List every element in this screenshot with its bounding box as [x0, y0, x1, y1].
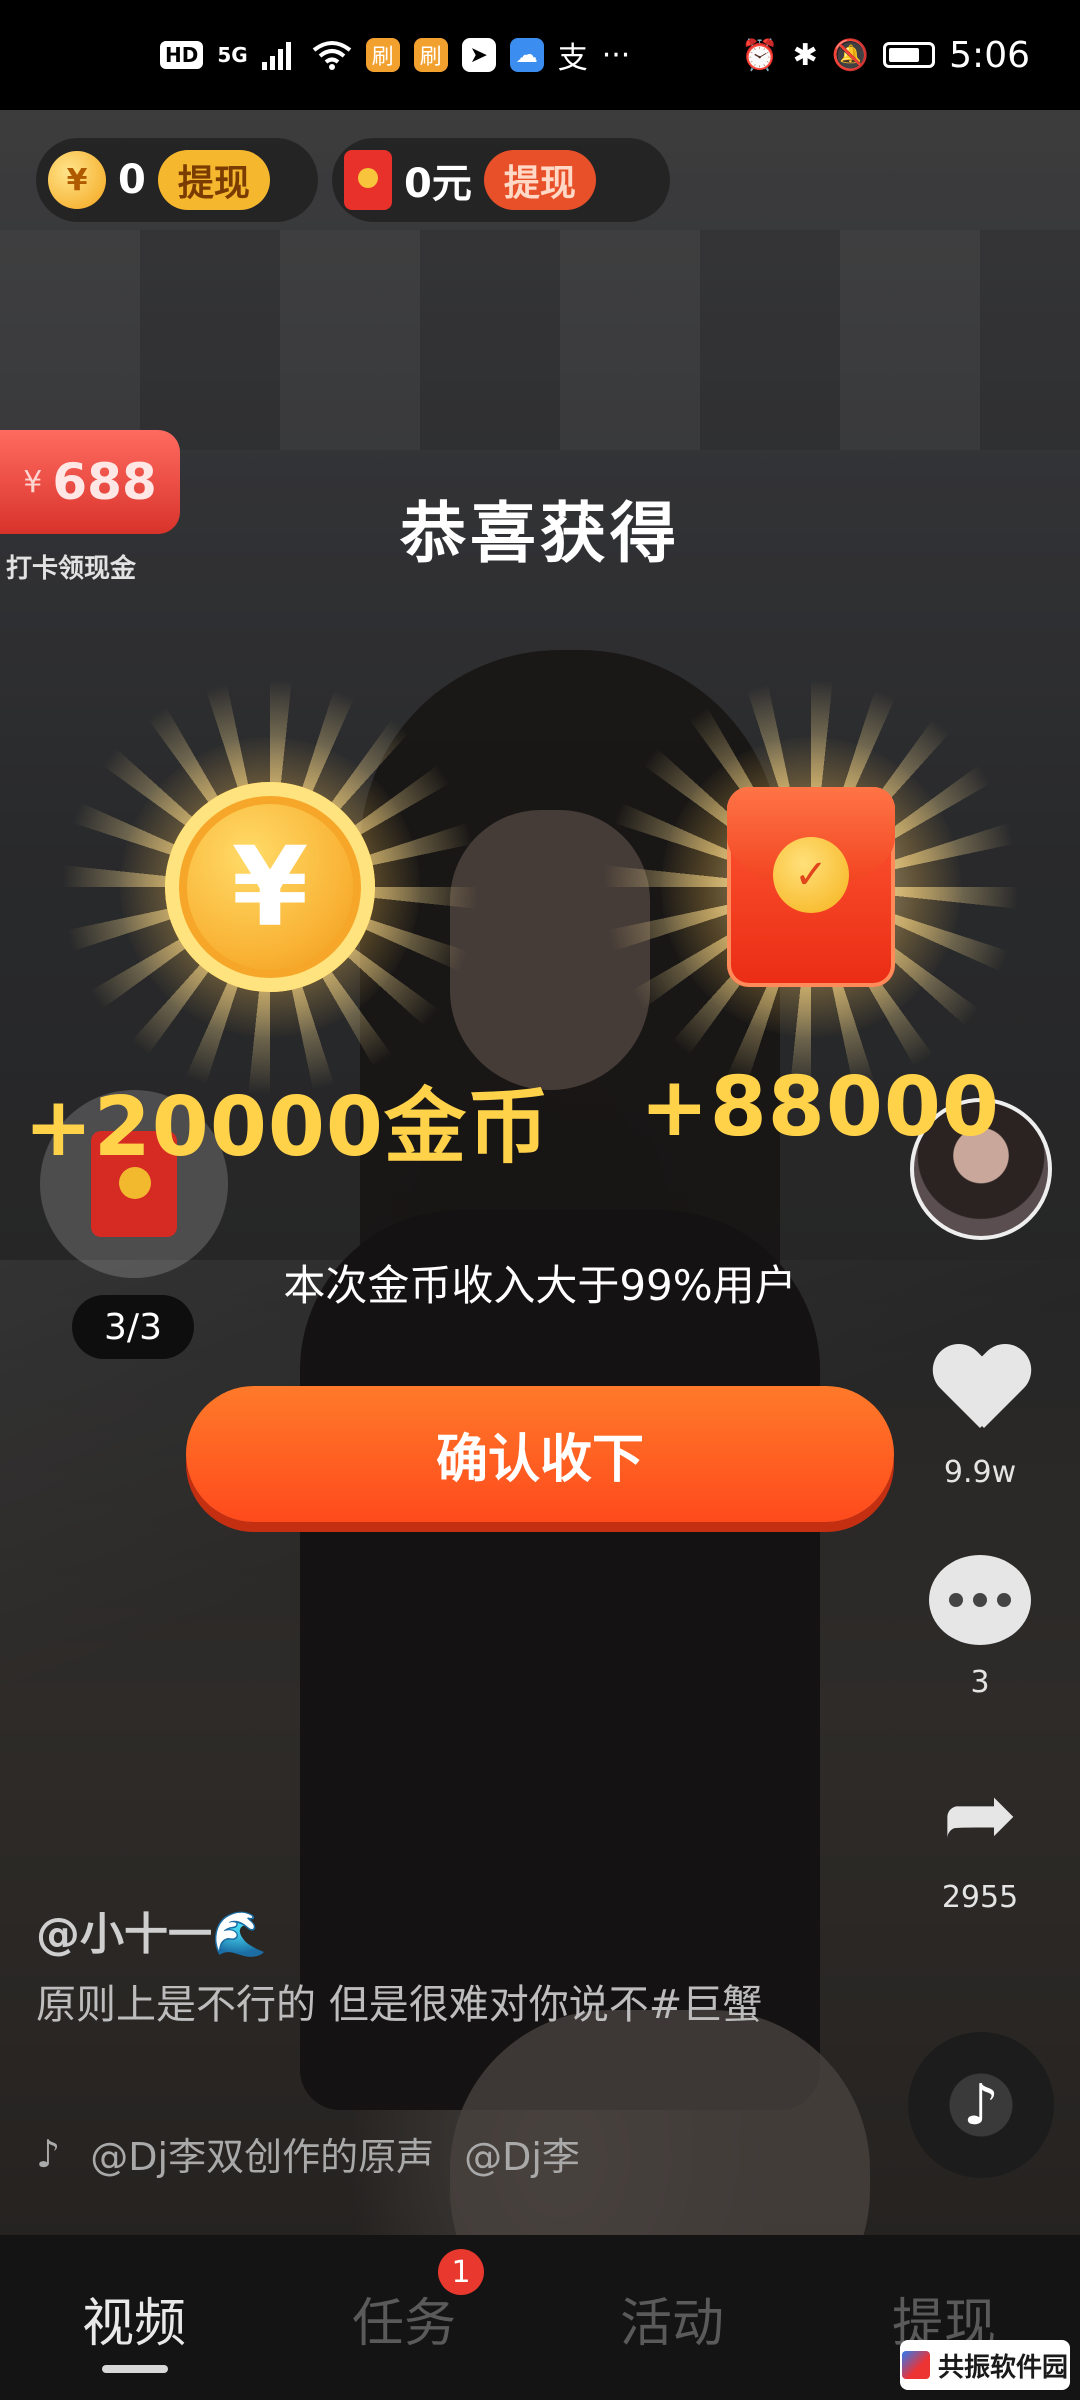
brush-app-icon: 刷 [365, 38, 400, 72]
coin-balance-chip[interactable]: ¥ 0 提现 [36, 138, 318, 222]
music-title[interactable]: @Dj李双创作的原声 [90, 2126, 434, 2181]
more-notifications: ··· [601, 37, 631, 73]
music-info[interactable]: ♪ @Dj李双创作的原声 @Dj李 [36, 2126, 580, 2181]
reward-title: 恭喜获得 [400, 495, 680, 572]
coin-withdraw-button[interactable]: 提现 [157, 150, 270, 210]
gold-coin-icon: ¥ [165, 782, 375, 992]
alarm-icon: ⏰ [741, 37, 779, 73]
music-disc-icon[interactable]: ♪ [908, 2032, 1054, 2178]
tiktok-note-icon: ♪ [36, 2131, 61, 2176]
comment-icon[interactable] [925, 1545, 1035, 1655]
brush-app-icon: 刷 [413, 38, 448, 72]
clock: 5:06 [949, 34, 1030, 76]
reward-rank-text: 本次金币收入大于99%用户 [283, 1261, 797, 1310]
alipay-icon: 支 [557, 41, 588, 76]
watermark-logo-icon [901, 2351, 930, 2379]
author-handle[interactable]: @小十一🌊 [36, 1898, 267, 1962]
share-icon[interactable]: ➦ [925, 1760, 1035, 1870]
hd-badge: HD [160, 41, 204, 69]
comment-action[interactable]: 3 [905, 1545, 1055, 1700]
watermark-text: 共振软件园 [937, 2352, 1068, 2383]
share-count: 2955 [941, 1880, 1019, 1915]
mute-icon: 🔕 [831, 37, 870, 73]
tab-video[interactable]: 视频 [82, 2281, 186, 2356]
envelope-reward-amount: +88000 [640, 1060, 1000, 1155]
music-author[interactable]: @Dj李 [464, 2126, 580, 2181]
active-tab-indicator [102, 2365, 168, 2373]
status-bar: HD 5G 刷 刷 ➤ ☁ 支 ··· ⏰ ✱ 🔕 5:06 [0, 0, 1080, 110]
cash-balance: 0元 [404, 161, 472, 207]
network-badge: 5G [217, 43, 248, 67]
status-bar-left: HD 5G 刷 刷 ➤ ☁ 支 ··· [160, 33, 630, 77]
signal-icon [261, 42, 291, 70]
wifi-icon [312, 41, 351, 70]
tab-tasks[interactable]: 任务 [352, 2281, 456, 2356]
cloud-app-icon: ☁ [509, 38, 544, 72]
envelope-seal-icon: ✓ [773, 837, 849, 913]
arrow-app-icon: ➤ [461, 38, 496, 72]
tasks-badge: 1 [438, 2249, 484, 2295]
battery-icon [883, 42, 936, 68]
coin-balance: 0 [118, 157, 146, 203]
status-bar-right: ⏰ ✱ 🔕 5:06 [741, 35, 1030, 76]
share-action[interactable]: ➦ 2955 [905, 1760, 1055, 1916]
like-action[interactable]: 9.9w [905, 1335, 1055, 1490]
tab-activity[interactable]: 活动 [620, 2281, 724, 2356]
coin-reward-amount: +20000金币 [24, 1080, 550, 1175]
site-watermark: 共振软件园 [900, 2340, 1070, 2390]
video-caption[interactable]: 原则上是不行的 但是很难对你说不#巨蟹 [36, 1978, 816, 2032]
red-envelope-icon [344, 150, 392, 210]
coin-icon: ¥ [48, 151, 106, 209]
cash-balance-chip[interactable]: 0元 提现 [332, 138, 670, 222]
like-count: 9.9w [943, 1455, 1017, 1490]
cash-withdraw-button[interactable]: 提现 [483, 150, 596, 210]
confirm-collect-button[interactable]: 确认收下 [186, 1386, 894, 1522]
bluetooth-icon: ✱ [792, 37, 818, 73]
heart-icon[interactable] [925, 1335, 1035, 1445]
comment-count: 3 [970, 1665, 990, 1700]
red-envelope-reward-icon: ✓ [727, 787, 895, 987]
